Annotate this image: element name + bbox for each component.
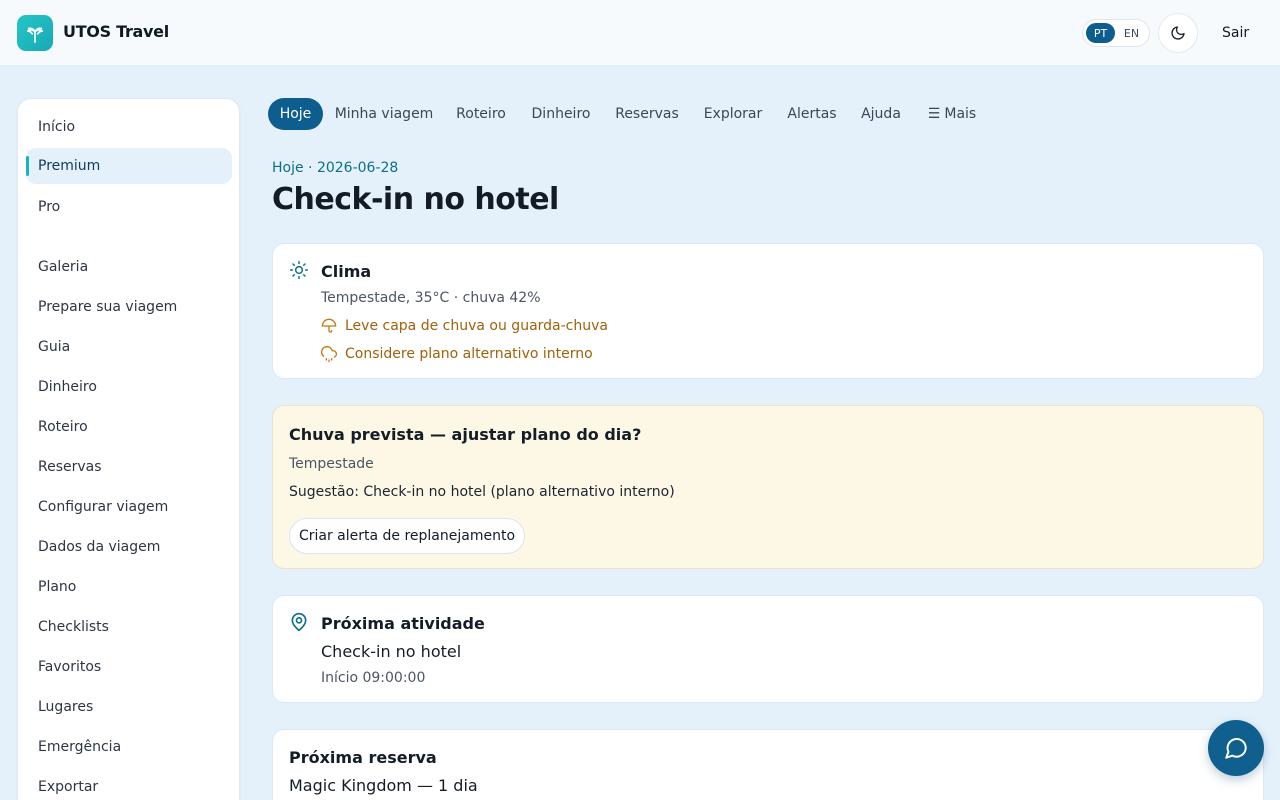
sidebar: Início Premium Pro Galeria Prepare sua v…	[17, 98, 240, 800]
theme-toggle-button[interactable]	[1158, 13, 1198, 53]
brand-name: UTOS Travel	[63, 22, 169, 41]
sidebar-item-roteiro[interactable]: Roteiro	[26, 409, 232, 445]
weather-tip-indoor: Considere plano alternativo interno	[345, 346, 593, 362]
weather-card: Clima Tempestade, 35°C · chuva 42% Leve …	[272, 243, 1264, 379]
tab-alertas[interactable]: Alertas	[784, 98, 840, 130]
sidebar-item-reservas[interactable]: Reservas	[26, 449, 232, 485]
tab-mais-label: Mais	[944, 106, 977, 122]
rain-alert-title: Chuva prevista — ajustar plano do dia?	[289, 425, 642, 444]
sidebar-item-pro[interactable]: Pro	[26, 189, 232, 225]
lang-option-en[interactable]: EN	[1117, 23, 1146, 43]
rain-alert-card: Chuva prevista — ajustar plano do dia? T…	[272, 405, 1264, 569]
chat-bubble-icon	[1225, 738, 1247, 759]
tab-explorar[interactable]: Explorar	[701, 98, 765, 130]
sidebar-item-guia[interactable]: Guia	[26, 329, 232, 365]
sidebar-item-plano[interactable]: Plano	[26, 569, 232, 605]
rain-alert-condition: Tempestade	[289, 456, 374, 472]
tab-minha-viagem[interactable]: Minha viagem	[335, 98, 434, 130]
chat-button[interactable]	[1208, 720, 1264, 776]
sidebar-item-premium[interactable]: Premium	[26, 148, 232, 184]
palm-tree-icon[interactable]	[17, 15, 53, 51]
next-activity-card: Próxima atividade Check-in no hotel Iníc…	[272, 595, 1264, 703]
language-toggle[interactable]: PT EN	[1082, 19, 1150, 47]
sidebar-item-favoritos[interactable]: Favoritos	[26, 649, 232, 685]
breadcrumb: Hoje · 2026-06-28	[272, 160, 399, 176]
sidebar-item-lugares[interactable]: Lugares	[26, 689, 232, 725]
map-pin-icon	[291, 612, 307, 632]
logout-button[interactable]: Sair	[1222, 25, 1249, 41]
next-booking-card: Próxima reserva Magic Kingdom — 1 dia	[272, 729, 1264, 800]
weather-title: Clima	[321, 262, 372, 281]
sidebar-item-checklists[interactable]: Checklists	[26, 609, 232, 645]
next-activity-start: Início 09:00:00	[321, 670, 426, 686]
moon-icon	[1171, 26, 1185, 40]
sidebar-item-dinheiro[interactable]: Dinheiro	[26, 369, 232, 405]
next-booking-name: Magic Kingdom — 1 dia	[289, 776, 478, 795]
create-replan-alert-button[interactable]: Criar alerta de replanejamento	[289, 518, 525, 554]
rain-alert-suggestion: Sugestão: Check-in no hotel (plano alter…	[289, 484, 675, 500]
next-activity-title: Próxima atividade	[321, 614, 485, 633]
tab-reservas[interactable]: Reservas	[613, 98, 681, 130]
umbrella-icon	[321, 318, 337, 333]
sidebar-item-configurar[interactable]: Configurar viagem	[26, 489, 232, 525]
sidebar-item-galeria[interactable]: Galeria	[26, 249, 232, 285]
tab-ajuda[interactable]: Ajuda	[858, 98, 904, 130]
tab-dinheiro[interactable]: Dinheiro	[530, 98, 592, 130]
lang-option-pt[interactable]: PT	[1086, 23, 1115, 43]
sidebar-item-emergencia[interactable]: Emergência	[26, 729, 232, 765]
tab-hoje[interactable]: Hoje	[268, 98, 323, 130]
next-activity-name: Check-in no hotel	[321, 642, 462, 661]
page-title: Check-in no hotel	[272, 182, 559, 217]
top-bar: UTOS Travel PT EN Sair	[0, 0, 1280, 66]
tab-roteiro[interactable]: Roteiro	[452, 98, 510, 130]
weather-summary: Tempestade, 35°C · chuva 42%	[321, 290, 541, 306]
sun-icon	[289, 260, 309, 280]
rain-cloud-icon	[321, 346, 337, 362]
tab-mais[interactable]: ☰ Mais	[924, 98, 980, 130]
menu-icon: ☰	[927, 106, 941, 122]
weather-tip-umbrella: Leve capa de chuva ou guarda-chuva	[345, 318, 608, 334]
next-booking-title: Próxima reserva	[289, 748, 437, 767]
sidebar-item-dados[interactable]: Dados da viagem	[26, 529, 232, 565]
sidebar-item-exportar[interactable]: Exportar	[26, 769, 232, 800]
sidebar-item-prepare[interactable]: Prepare sua viagem	[26, 289, 232, 325]
sidebar-item-inicio[interactable]: Início	[26, 109, 232, 145]
